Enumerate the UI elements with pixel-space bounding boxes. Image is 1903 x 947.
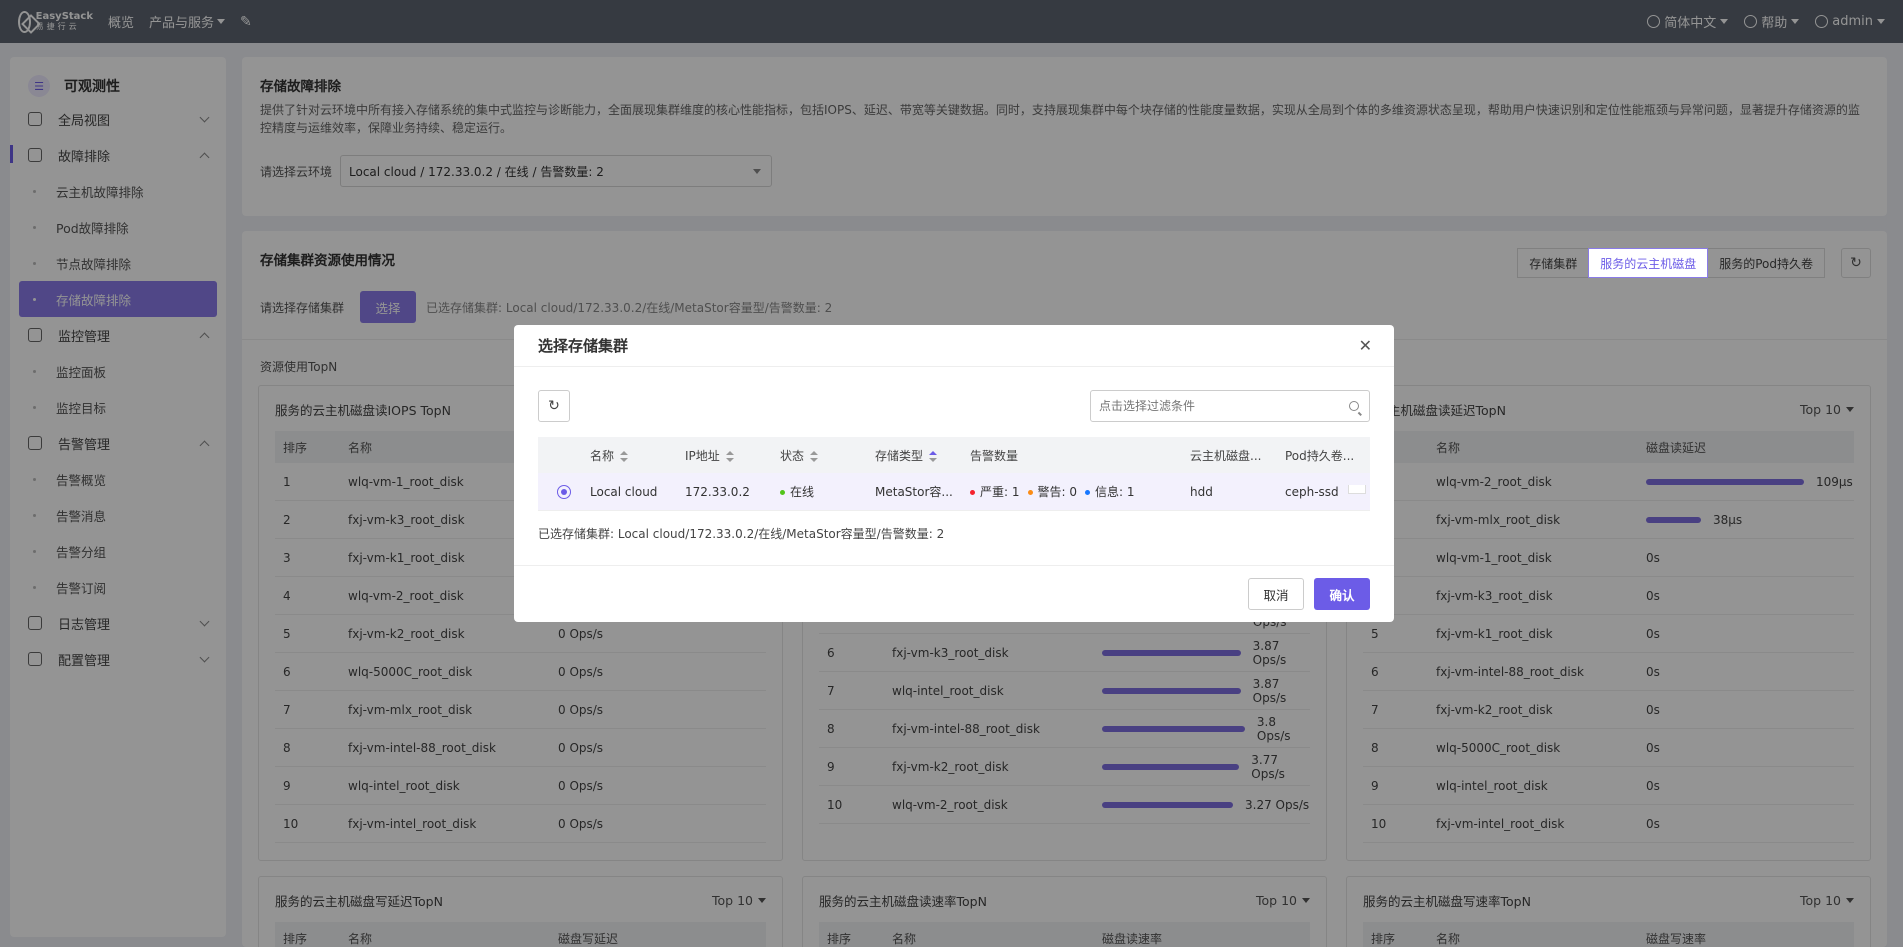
col-alert-count: 告警数量 xyxy=(970,448,1019,463)
confirm-button[interactable]: 确认 xyxy=(1314,578,1370,610)
cell-vm-disk: hdd xyxy=(1190,484,1213,499)
sort-asc-icon[interactable] xyxy=(929,450,938,462)
col-name[interactable]: 名称 xyxy=(590,447,685,464)
cluster-table: 名称 IP地址 状态 存储类型 告警数量 云主机磁盘... Pod持久卷... … xyxy=(538,437,1370,511)
warning-dot-icon xyxy=(1027,490,1033,495)
cell-storage-type: MetaStor容... xyxy=(875,485,953,499)
col-vm-disk: 云主机磁盘... xyxy=(1190,448,1262,463)
col-storage-type[interactable]: 存储类型 xyxy=(875,447,970,464)
cell-ip: 172.33.0.2 xyxy=(685,484,750,499)
refresh-icon: ↻ xyxy=(548,398,560,414)
col-status[interactable]: 状态 xyxy=(780,447,875,464)
cell-alerts: 严重: 1 警告: 0 信息: 1 xyxy=(970,483,1190,500)
dialog-selected-info: 已选存储集群: Local cloud/172.33.0.2/在线/MetaSt… xyxy=(538,527,945,541)
cell-name: Local cloud xyxy=(590,484,658,499)
dialog-title: 选择存储集群 xyxy=(538,337,629,355)
row-radio[interactable] xyxy=(557,484,571,499)
sort-icon[interactable] xyxy=(725,450,734,462)
sort-icon[interactable] xyxy=(810,450,819,462)
filter-input[interactable] xyxy=(1099,399,1329,413)
dialog-refresh-button[interactable]: ↻ xyxy=(538,390,570,422)
sort-icon[interactable] xyxy=(620,450,629,462)
close-icon[interactable]: ✕ xyxy=(1359,336,1372,355)
tab-vm-disk[interactable]: 服务的云主机磁盘 xyxy=(1588,248,1709,278)
search-icon[interactable] xyxy=(1349,401,1359,411)
table-row[interactable]: Local cloud 172.33.0.2 在线 MetaStor容... 严… xyxy=(538,473,1370,511)
cell-pod-pv: ceph-ssd··· xyxy=(1285,484,1370,499)
col-pod-pv: Pod持久卷... xyxy=(1285,448,1355,463)
critical-dot-icon xyxy=(970,490,975,495)
cancel-button[interactable]: 取消 xyxy=(1248,578,1304,610)
filter-search-box[interactable] xyxy=(1090,390,1370,422)
col-ip[interactable]: IP地址 xyxy=(685,447,780,464)
table-header: 名称 IP地址 状态 存储类型 告警数量 云主机磁盘... Pod持久卷... xyxy=(538,437,1370,473)
info-dot-icon xyxy=(1085,490,1090,495)
status-online-icon xyxy=(780,490,785,495)
more-icon[interactable]: ··· xyxy=(1348,484,1366,494)
cell-status: 在线 xyxy=(780,483,875,500)
select-cluster-dialog: 选择存储集群 ✕ ↻ 名称 IP地址 状态 存储类型 告警数量 云主机磁盘...… xyxy=(514,325,1394,622)
